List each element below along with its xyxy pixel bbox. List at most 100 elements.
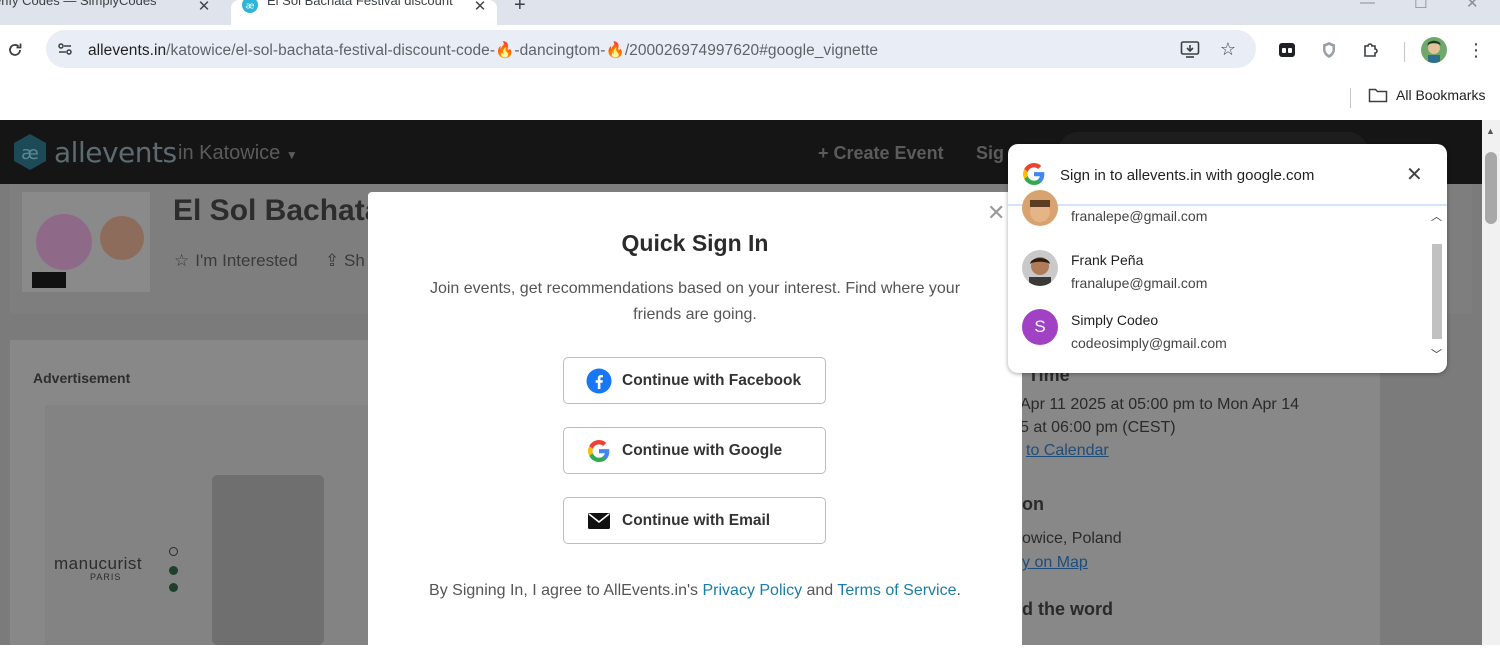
- view-on-map-link[interactable]: y on Map: [1022, 554, 1088, 572]
- add-to-calendar-link[interactable]: to Calendar: [1026, 442, 1109, 460]
- account-list-scrollbar[interactable]: ︿ ﹀: [1427, 206, 1447, 373]
- shield-extension-icon[interactable]: [1318, 39, 1340, 61]
- one-tap-title: Sign in to allevents.in with google.com: [1060, 167, 1315, 184]
- ad-brand-sub: PARIS: [90, 572, 122, 582]
- svg-text:æ: æ: [246, 2, 255, 12]
- account-email: codeosimply@gmail.com: [1071, 335, 1227, 351]
- avatar: [1022, 250, 1058, 286]
- allevents-favicon-icon: æ: [242, 0, 258, 13]
- all-bookmarks-button[interactable]: All Bookmarks: [1368, 87, 1485, 103]
- interested-button[interactable]: ☆ I'm Interested: [174, 251, 298, 271]
- sign-in-link[interactable]: Sig: [976, 143, 1004, 164]
- privacy-policy-link[interactable]: Privacy Policy: [702, 582, 802, 599]
- interested-label: I'm Interested: [195, 251, 298, 270]
- terms-prefix: By Signing In, I agree to AllEvents.in's: [429, 582, 703, 599]
- ad-brand: manucurist: [54, 554, 143, 573]
- profile-avatar[interactable]: [1421, 37, 1447, 63]
- chevron-down-icon[interactable]: ﹀: [1431, 346, 1442, 362]
- star-icon: ☆: [174, 251, 190, 270]
- tab-search-extension-icon[interactable]: [1276, 39, 1298, 61]
- folder-icon: [1368, 88, 1388, 103]
- city-selector[interactable]: in Katowice ▼: [178, 142, 298, 165]
- carousel-dot[interactable]: [169, 566, 178, 575]
- address-bar[interactable]: allevents.in/katowice/el-sol-bachata-fes…: [46, 30, 1256, 68]
- chevron-down-icon: ▼: [285, 148, 298, 162]
- url-path: /katowice/el-sol-bachata-festival-discou…: [166, 42, 879, 59]
- event-title: El Sol Bachata: [173, 194, 382, 227]
- bookmarks-divider: [1350, 88, 1351, 108]
- google-label: Continue with Google: [622, 441, 783, 459]
- terms-and: and: [802, 582, 838, 599]
- site-settings-icon[interactable]: [54, 38, 76, 60]
- account-name: Frank Peña: [1071, 252, 1144, 268]
- avatar: S: [1022, 309, 1058, 345]
- facebook-label: Continue with Facebook: [622, 371, 802, 389]
- minimize-icon[interactable]: —: [1360, 0, 1375, 11]
- create-event-link[interactable]: + Create Event: [818, 143, 944, 164]
- allevents-logo[interactable]: æ allevents: [10, 132, 177, 172]
- close-tab-icon[interactable]: ✕: [195, 0, 213, 15]
- google-one-tap-panel: Sign in to allevents.in with google.com …: [1008, 144, 1447, 373]
- account-option[interactable]: franalepe@gmail.com: [1008, 190, 1428, 251]
- google-icon: [586, 438, 612, 464]
- email-icon: [586, 508, 612, 534]
- location-text: owice, Poland: [1022, 530, 1122, 547]
- ad-product-image: [212, 475, 324, 645]
- continue-google-button[interactable]: Continue with Google: [563, 427, 826, 474]
- account-option[interactable]: S Simply Codeo codeosimply@gmail.com: [1008, 309, 1428, 371]
- tab-simplycodes[interactable]: erify Codes — SimplyCodes ✕: [0, 0, 225, 25]
- account-email: franalupe@gmail.com: [1071, 275, 1208, 291]
- chrome-menu-icon[interactable]: ⋮: [1465, 39, 1487, 61]
- spread-heading: d the word: [1022, 599, 1113, 619]
- url-host: allevents.in: [88, 42, 167, 59]
- quick-sign-in-modal: ✕ Quick Sign In Join events, get recomme…: [368, 192, 1022, 652]
- close-modal-icon[interactable]: ✕: [987, 200, 1005, 226]
- scrollbar-thumb[interactable]: [1485, 152, 1497, 224]
- event-thumbnail: [22, 192, 150, 292]
- carousel-dot[interactable]: [169, 547, 178, 556]
- account-name: Simply Codeo: [1071, 312, 1159, 328]
- install-app-icon[interactable]: [1179, 38, 1201, 60]
- continue-facebook-button[interactable]: Continue with Facebook: [563, 357, 826, 404]
- scroll-up-icon[interactable]: ▲: [1486, 126, 1495, 136]
- page-scrollbar[interactable]: ▲: [1482, 120, 1500, 645]
- email-label: Continue with Email: [622, 511, 771, 529]
- share-icon: ⇪: [325, 251, 340, 270]
- allevents-logo-icon: æ: [14, 134, 46, 170]
- share-button[interactable]: ⇪ Sh: [325, 251, 365, 271]
- terms-of-service-link[interactable]: Terms of Service: [837, 582, 956, 599]
- time-line-1: Apr 11 2025 at 05:00 pm to Mon Apr 14: [1020, 396, 1299, 413]
- tab-title: erify Codes — SimplyCodes: [0, 0, 157, 8]
- google-icon: [1023, 163, 1045, 185]
- close-tab-icon[interactable]: ✕: [471, 0, 489, 15]
- svg-text:æ: æ: [21, 143, 39, 164]
- advertisement-label: Advertisement: [33, 370, 131, 386]
- location-heading: on: [1022, 494, 1044, 514]
- toolbar-divider: [1404, 42, 1405, 62]
- close-icon[interactable]: ✕: [1406, 162, 1423, 187]
- facebook-icon: [586, 368, 612, 394]
- scrollbar-thumb[interactable]: [1432, 244, 1442, 339]
- share-label: Sh: [343, 251, 365, 270]
- close-window-icon[interactable]: ✕: [1466, 0, 1479, 12]
- account-option[interactable]: Frank Peña franalupe@gmail.com: [1008, 250, 1428, 311]
- continue-email-button[interactable]: Continue with Email: [563, 497, 826, 544]
- carousel-dot[interactable]: [169, 583, 178, 592]
- tab-title: El Sol Bachata Festival discount: [267, 0, 453, 8]
- extensions-puzzle-icon[interactable]: [1360, 39, 1382, 61]
- maximize-icon[interactable]: ☐: [1414, 0, 1427, 12]
- terms-suffix: .: [956, 582, 961, 599]
- url-text[interactable]: allevents.in/katowice/el-sol-bachata-fes…: [88, 41, 878, 60]
- terms-footer: By Signing In, I agree to AllEvents.in's…: [368, 582, 1022, 600]
- modal-title: Quick Sign In: [621, 230, 769, 256]
- modal-description: Join events, get recommendations based o…: [429, 280, 961, 323]
- bookmark-star-icon[interactable]: ☆: [1217, 38, 1239, 60]
- reload-icon[interactable]: [4, 39, 26, 61]
- avatar: [1022, 190, 1058, 226]
- bookmarks-bar: All Bookmarks: [0, 80, 1500, 120]
- tab-strip: erify Codes — SimplyCodes ✕ æ El Sol Bac…: [0, 0, 1500, 25]
- browser-toolbar: allevents.in/katowice/el-sol-bachata-fes…: [0, 25, 1500, 80]
- new-tab-button[interactable]: +: [514, 0, 526, 17]
- tab-allevents[interactable]: æ El Sol Bachata Festival discount ✕: [231, 0, 497, 25]
- chevron-up-icon[interactable]: ︿: [1431, 208, 1442, 224]
